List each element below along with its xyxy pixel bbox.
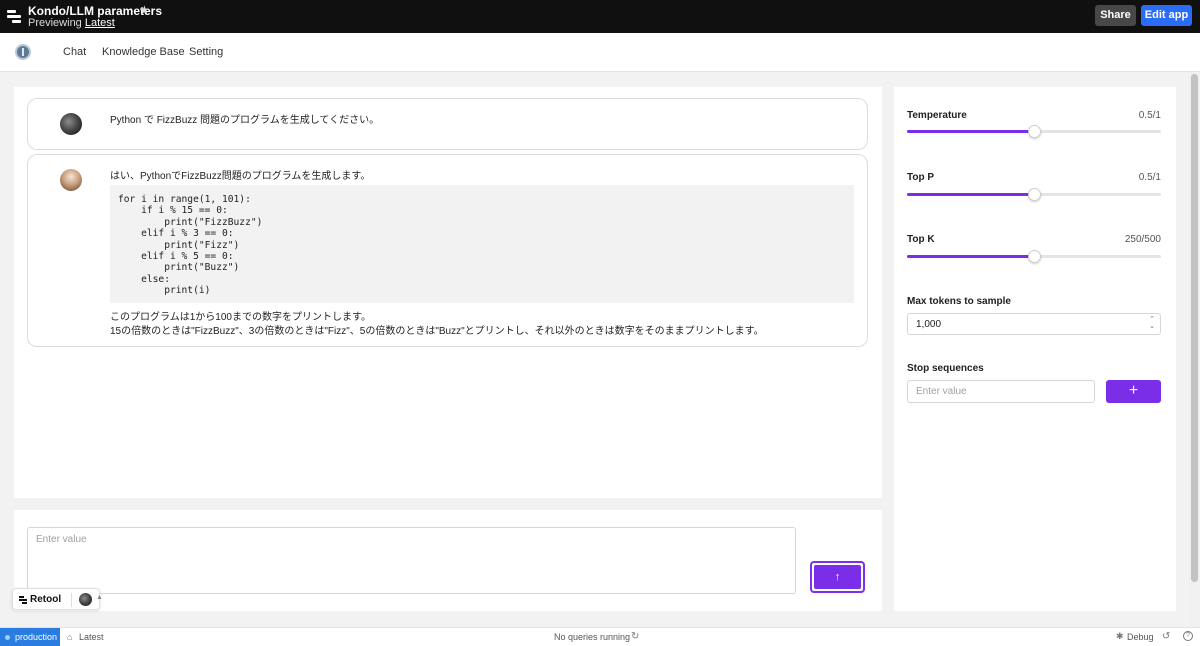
chevron-up-icon[interactable]: ▲ <box>96 594 103 601</box>
help-icon[interactable]: ? <box>1183 631 1193 641</box>
environment-label: production <box>15 632 58 642</box>
top-k-slider-fill <box>907 255 1034 258</box>
chat-input-panel: Enter value ↑ <box>14 510 882 611</box>
max-tokens-label: Max tokens to sample <box>907 296 1011 307</box>
nav-tab-chat[interactable]: Chat <box>63 46 86 58</box>
max-tokens-value: 1,000 <box>916 319 942 330</box>
top-k-slider-handle[interactable] <box>1028 250 1041 263</box>
max-tokens-input[interactable]: 1,000 ⌃ ⌄ <box>907 313 1161 335</box>
app-nav: Chat Knowledge Base Setting <box>0 33 1200 72</box>
version-label[interactable]: Latest <box>79 632 104 642</box>
assistant-outro-line-2: 15の倍数のときは"FizzBuzz"、3の倍数のときは"Fizz"、5の倍数の… <box>110 326 764 337</box>
assistant-intro-text: はい、PythonでFizzBuzz問題のプログラムを生成します。 <box>110 171 371 182</box>
top-p-label: Top P <box>907 172 935 183</box>
code-content: for i in range(1, 101): if i % 15 == 0: … <box>118 194 263 297</box>
user-message: Python で FizzBuzz 問題のプログラムを生成してください。 <box>27 98 868 150</box>
retool-label: Retool <box>30 594 62 605</box>
app-logo-icon <box>15 44 31 60</box>
temperature-slider[interactable] <box>907 125 1161 138</box>
retool-badge[interactable]: Retool ▲ <box>12 588 103 610</box>
chat-panel: Python で FizzBuzz 問題のプログラムを生成してください。 はい、… <box>14 87 882 498</box>
plus-icon: + <box>1128 382 1139 399</box>
sync-icon[interactable]: ↻ <box>631 631 639 642</box>
code-block: for i in range(1, 101): if i % 15 == 0: … <box>110 185 854 303</box>
user-avatar <box>60 113 82 135</box>
top-p-value: 0.5/1 <box>1138 172 1161 183</box>
stop-sequence-input[interactable]: Enter value <box>907 380 1095 403</box>
user-message-text: Python で FizzBuzz 問題のプログラムを生成してください。 <box>110 115 380 126</box>
debug-button[interactable]: Debug <box>1127 632 1154 642</box>
top-k-slider[interactable] <box>907 250 1161 263</box>
temperature-slider-handle[interactable] <box>1028 125 1041 138</box>
user-avatar[interactable] <box>79 593 92 606</box>
retool-logo-icon[interactable] <box>7 9 21 23</box>
arrow-up-icon: ↑ <box>814 565 861 589</box>
assistant-outro-line-1: このプログラムは1から100までの数字をプリントします。 <box>110 312 371 323</box>
star-icon[interactable]: ★ <box>139 3 150 17</box>
add-stop-sequence-button[interactable]: + <box>1106 380 1161 403</box>
number-stepper-icon[interactable]: ⌃ ⌄ <box>1149 316 1155 330</box>
top-p-slider-fill <box>907 193 1034 196</box>
temperature-slider-fill <box>907 130 1034 133</box>
top-p-slider-handle[interactable] <box>1028 188 1041 201</box>
queries-status: No queries running <box>554 632 631 642</box>
top-k-value: 250/500 <box>1124 234 1161 245</box>
temperature-value: 0.5/1 <box>1138 110 1161 121</box>
environment-dot-icon <box>5 635 10 640</box>
badge-divider <box>71 593 72 607</box>
assistant-message: はい、PythonでFizzBuzz問題のプログラムを生成します。 for i … <box>27 154 868 347</box>
top-bar: Kondo/LLM parameters ★ Previewing Latest… <box>0 0 1200 33</box>
share-button[interactable]: Share <box>1095 5 1136 26</box>
scrollbar-thumb[interactable] <box>1191 74 1198 582</box>
message-input[interactable]: Enter value <box>27 527 796 594</box>
history-icon[interactable]: ↺ <box>1162 631 1170 642</box>
nav-tab-knowledge-base[interactable]: Knowledge Base <box>102 46 185 58</box>
bug-icon: ✱ <box>1116 631 1124 641</box>
top-k-label: Top K <box>907 234 935 245</box>
nav-tab-setting[interactable]: Setting <box>189 46 223 58</box>
send-button[interactable]: ↑ <box>810 561 865 593</box>
edit-app-button[interactable]: Edit app <box>1141 5 1192 26</box>
environment-selector[interactable]: production <box>0 628 60 646</box>
retool-icon <box>19 596 27 604</box>
status-bar: production ⌂ Latest No queries running ↻… <box>0 627 1200 646</box>
preview-version-link[interactable]: Latest <box>85 17 115 29</box>
assistant-avatar <box>60 169 82 191</box>
stop-sequences-label: Stop sequences <box>907 363 984 374</box>
preview-prefix: Previewing <box>28 17 82 29</box>
top-p-slider[interactable] <box>907 188 1161 201</box>
temperature-label: Temperature <box>907 110 967 121</box>
tag-icon: ⌂ <box>67 632 73 642</box>
page-scrollbar[interactable] <box>1189 72 1200 627</box>
preview-status: Previewing Latest <box>28 17 115 29</box>
settings-panel: Temperature 0.5/1 Top P 0.5/1 Top K 250/… <box>894 87 1176 611</box>
